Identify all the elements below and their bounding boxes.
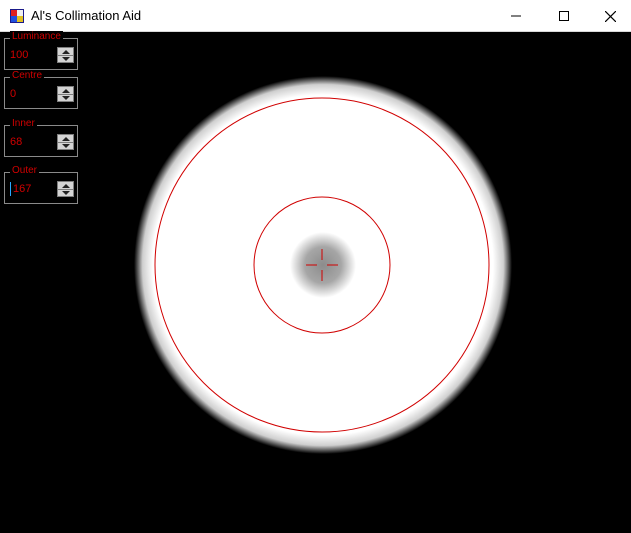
outer-input[interactable]: 167 xyxy=(10,182,53,196)
luminance-decrement-button[interactable] xyxy=(58,55,73,62)
inner-control: Inner 68 xyxy=(4,118,78,157)
outer-control: Outer 167 xyxy=(4,165,78,204)
inner-decrement-button[interactable] xyxy=(58,142,73,149)
arrow-up-icon xyxy=(61,183,70,188)
inner-label: Inner xyxy=(10,118,37,130)
minimize-icon xyxy=(511,15,521,17)
arrow-down-icon xyxy=(61,56,70,61)
title-bar[interactable]: Al's Collimation Aid xyxy=(0,0,631,32)
centre-input[interactable]: 0 xyxy=(10,87,50,101)
arrow-down-icon xyxy=(61,95,70,100)
arrow-up-icon xyxy=(61,136,70,141)
centre-label: Centre xyxy=(10,70,45,82)
arrow-down-icon xyxy=(61,143,70,148)
luminance-input[interactable]: 100 xyxy=(10,48,50,62)
arrow-down-icon xyxy=(61,190,70,195)
centre-decrement-button[interactable] xyxy=(58,94,73,101)
window-title: Al's Collimation Aid xyxy=(31,8,142,23)
collimation-view xyxy=(0,32,631,533)
close-icon xyxy=(604,10,616,22)
inner-spinner[interactable] xyxy=(57,134,74,150)
maximize-button[interactable] xyxy=(541,0,587,32)
luminance-spinner[interactable] xyxy=(57,47,74,63)
centre-control: Centre 0 xyxy=(4,70,78,109)
outer-decrement-button[interactable] xyxy=(58,189,73,196)
outer-label: Outer xyxy=(10,165,40,177)
maximize-icon xyxy=(559,11,569,21)
minimize-button[interactable] xyxy=(493,0,539,32)
outer-spinner[interactable] xyxy=(57,181,74,197)
luminance-control: Luminance 100 xyxy=(4,31,78,70)
inner-input[interactable]: 68 xyxy=(10,135,50,149)
luminance-label: Luminance xyxy=(10,31,63,43)
close-button[interactable] xyxy=(587,0,631,32)
arrow-up-icon xyxy=(61,88,70,93)
centre-spinner[interactable] xyxy=(57,86,74,102)
collimation-canvas[interactable]: Luminance 100 Centre 0 Inner 68 Outer 16… xyxy=(0,31,631,533)
app-icon xyxy=(10,9,24,23)
arrow-up-icon xyxy=(61,49,70,54)
secondary-shadow xyxy=(290,232,356,298)
